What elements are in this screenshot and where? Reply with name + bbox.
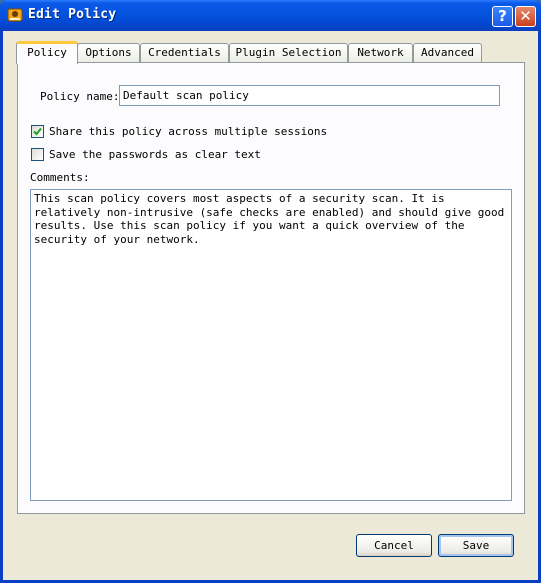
- share-policy-checkbox[interactable]: [31, 125, 44, 138]
- help-button[interactable]: ?: [492, 6, 513, 27]
- tab-advanced[interactable]: Advanced: [413, 43, 482, 63]
- save-button[interactable]: Save: [438, 534, 514, 557]
- share-policy-label: Share this policy across multiple sessio…: [49, 125, 328, 138]
- save-passwords-checkbox[interactable]: [31, 148, 44, 161]
- dialog-body: Policy Options Credentials Plugin Select…: [3, 31, 538, 580]
- cancel-button[interactable]: Cancel: [356, 534, 432, 557]
- tab-options[interactable]: Options: [77, 43, 140, 63]
- policy-tab-panel: Policy name: Default scan policy Share t…: [17, 62, 525, 514]
- comments-label: Comments:: [30, 171, 90, 184]
- close-icon: ✕: [519, 7, 532, 25]
- policy-name-input[interactable]: Default scan policy: [119, 85, 500, 106]
- comments-textarea[interactable]: This scan policy covers most aspects of …: [30, 189, 512, 501]
- title-bar[interactable]: Edit Policy ? ✕: [0, 0, 541, 31]
- app-icon: [7, 8, 23, 22]
- policy-name-label: Policy name:: [40, 90, 120, 103]
- tab-credentials[interactable]: Credentials: [140, 43, 229, 63]
- edit-policy-window: Edit Policy ? ✕ Policy Options Credentia…: [0, 0, 541, 583]
- tab-network[interactable]: Network: [348, 43, 413, 63]
- tab-policy[interactable]: Policy: [16, 41, 78, 64]
- window-title: Edit Policy: [28, 7, 117, 22]
- tab-strip: Policy Options Credentials Plugin Select…: [16, 41, 516, 64]
- help-icon: ?: [498, 7, 507, 25]
- tab-plugin-selection[interactable]: Plugin Selection: [229, 43, 348, 63]
- checkmark-icon: [33, 127, 42, 136]
- close-button[interactable]: ✕: [515, 6, 536, 27]
- save-passwords-label: Save the passwords as clear text: [49, 148, 261, 161]
